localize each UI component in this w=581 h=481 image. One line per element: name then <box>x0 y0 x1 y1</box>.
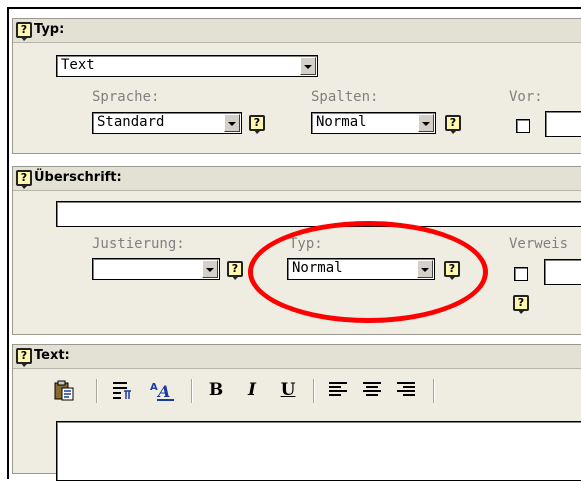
dropdown-arrow-icon[interactable] <box>202 260 218 278</box>
toolbar-separator <box>191 379 193 403</box>
underline-button[interactable]: U <box>275 377 301 403</box>
verweis-input[interactable] <box>544 259 581 285</box>
sprache-label: Sprache: <box>92 89 160 105</box>
paragraph-format-icon <box>113 382 131 399</box>
section-typ-label: Typ: <box>34 22 65 37</box>
spalten-label: Spalten: <box>311 89 379 105</box>
svg-text:A: A <box>150 382 158 393</box>
sprache-select[interactable]: Standard <box>92 112 242 134</box>
section-typ: ? Typ: Text Sprache: Standard ? Spalten:… <box>12 18 581 154</box>
vor-checkbox[interactable] <box>516 119 530 133</box>
section-typ-header: ? Typ: <box>13 19 581 43</box>
paste-button[interactable] <box>51 377 77 403</box>
align-left-button[interactable] <box>325 377 351 403</box>
ueberschrift-input[interactable] <box>56 201 581 227</box>
svg-text:A: A <box>156 382 170 401</box>
help-icon[interactable]: ? <box>513 295 529 314</box>
justierung-select[interactable] <box>92 258 220 280</box>
help-icon[interactable]: ? <box>16 348 32 367</box>
help-icon[interactable]: ? <box>227 261 243 280</box>
paste-icon <box>54 380 74 401</box>
verweis-label: Verweis <box>509 236 569 252</box>
sprache-select-value: Standard <box>97 114 165 130</box>
justierung-label: Justierung: <box>92 236 185 252</box>
vor-label: Vor: <box>509 89 543 105</box>
toolbar-separator <box>433 379 435 403</box>
align-center-button[interactable] <box>359 377 385 403</box>
bold-button[interactable]: B <box>203 377 229 403</box>
section-text-label: Text: <box>34 348 70 363</box>
font-size-icon: A A <box>150 382 174 401</box>
typ-select-value: Text <box>61 57 95 73</box>
dropdown-arrow-icon[interactable] <box>300 57 316 75</box>
text-editor-area[interactable] <box>56 421 581 481</box>
toolbar-separator <box>96 379 98 403</box>
italic-button[interactable]: I <box>239 377 265 403</box>
help-icon[interactable]: ? <box>16 22 32 41</box>
section-ueberschrift-header: ? Überschrift: <box>13 167 581 191</box>
align-center-icon <box>363 382 381 396</box>
verweis-checkbox[interactable] <box>514 267 528 281</box>
dropdown-arrow-icon[interactable] <box>418 114 434 132</box>
vor-input[interactable] <box>545 111 581 137</box>
help-icon[interactable]: ? <box>16 170 32 189</box>
spalten-select[interactable]: Normal <box>311 112 436 134</box>
typ-select[interactable]: Text <box>56 55 318 77</box>
section-text-header: ? Text: <box>13 345 581 369</box>
dropdown-arrow-icon[interactable] <box>224 114 240 132</box>
spalten-select-value: Normal <box>316 114 367 130</box>
font-size-button[interactable]: A A <box>146 377 180 403</box>
highlight-ellipse <box>248 221 488 323</box>
section-ueberschrift-label: Überschrift: <box>34 170 122 185</box>
section-text: ? Text: A A B I U <box>12 344 581 481</box>
help-icon[interactable]: ? <box>249 115 265 134</box>
align-right-icon <box>397 382 415 396</box>
paragraph-format-button[interactable] <box>108 377 136 403</box>
align-right-button[interactable] <box>393 377 419 403</box>
align-left-icon <box>329 382 347 396</box>
toolbar-separator <box>313 379 315 403</box>
help-icon[interactable]: ? <box>445 115 461 134</box>
